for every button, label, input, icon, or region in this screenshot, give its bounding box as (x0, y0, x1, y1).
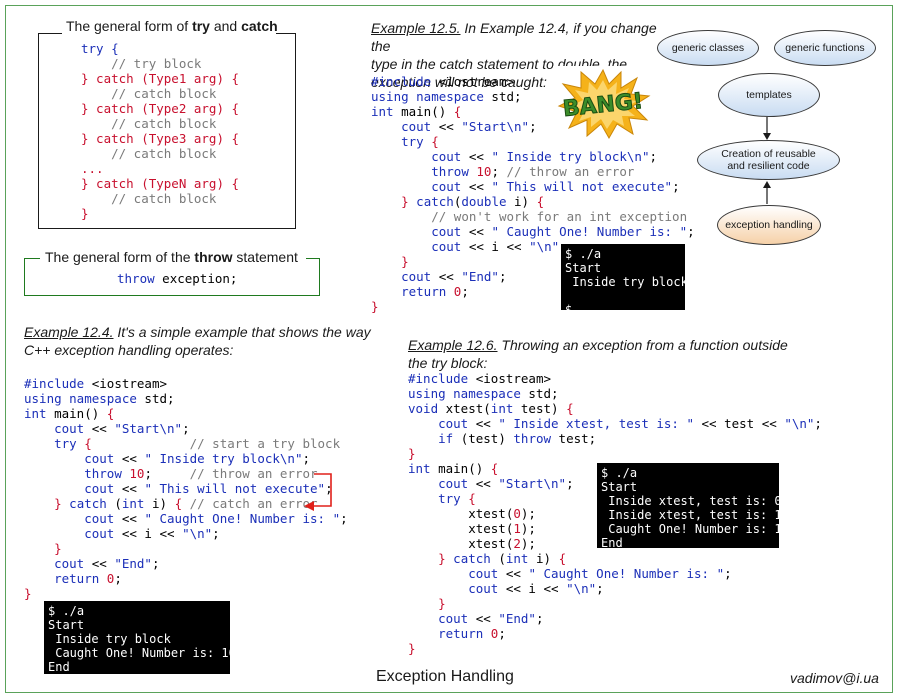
diagram-arrows (763, 117, 771, 204)
page-title: Exception Handling (376, 668, 514, 685)
code-line: } catch (TypeN arg) { (81, 176, 240, 191)
code-line: } catch (Type3 arg) { (81, 131, 240, 146)
code-line: ... (81, 161, 104, 176)
author-email: vadimov@i.ua (790, 670, 879, 686)
code-line: } (81, 206, 89, 221)
example-12-6-heading: Example 12.6. Throwing an exception from… (408, 337, 788, 371)
exception-handling-bubble: exception handling (717, 205, 821, 245)
throw-general-code: throw exception; (117, 271, 238, 286)
templates-bubble: templates (718, 73, 820, 117)
example-12-4-heading: Example 12.4. It's a simple example that… (24, 324, 371, 358)
code-line: // catch block (81, 116, 217, 131)
generic-functions-bubble: generic functions (774, 30, 876, 66)
example-12-4-output: $ ./a Start Inside try block Caught One!… (44, 601, 236, 674)
code-line: // catch block (81, 146, 217, 161)
code-line: } catch (Type1 arg) { (81, 71, 240, 86)
code-line: } catch (Type2 arg) { (81, 101, 240, 116)
code-line: // catch block (81, 86, 217, 101)
code-line: // catch block (81, 191, 217, 206)
try-catch-box-title: The general form of try and catch (66, 18, 278, 34)
code-line: // try block (81, 56, 202, 71)
bang-icon: BANG! (553, 66, 653, 140)
example-12-6-output: $ ./a Start Inside xtest, test is: 0 Ins… (597, 463, 782, 550)
code-line: try { (81, 41, 119, 56)
throw-to-catch-arrow (304, 473, 332, 511)
generic-classes-bubble: generic classes (657, 30, 759, 66)
example-12-5-output: $ ./a Start Inside try block $ (561, 244, 688, 317)
try-catch-general-code: try { // try block } catch (Type1 arg) {… (81, 41, 239, 221)
throw-box-title: The general form of the throw statement (45, 249, 298, 265)
